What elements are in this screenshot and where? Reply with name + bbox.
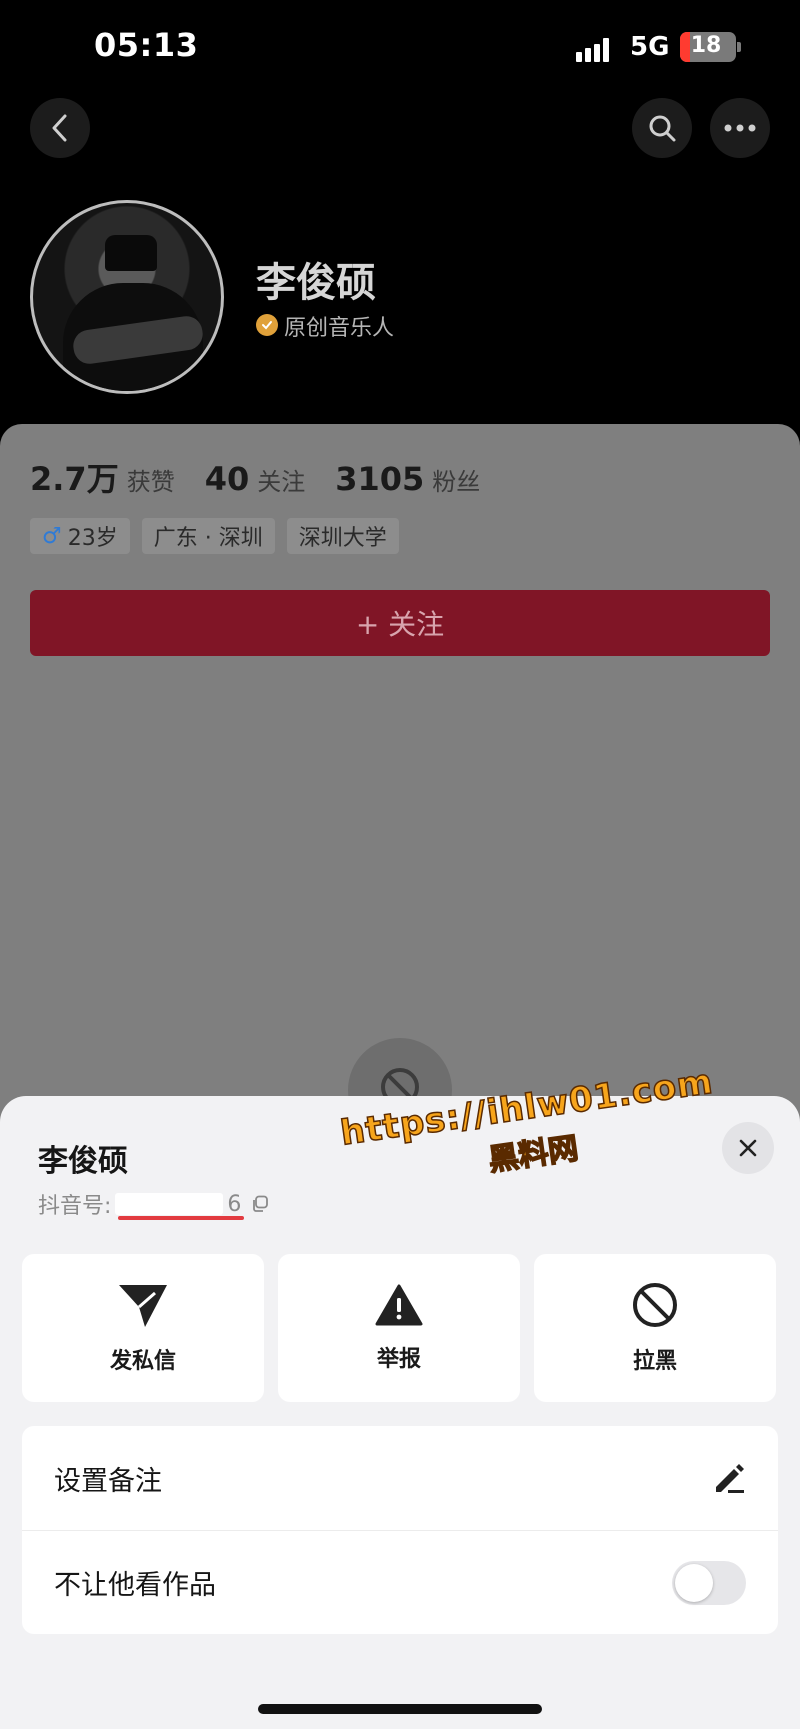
status-bar: 05:13 5G 18 <box>0 0 800 90</box>
battery-tip <box>737 42 741 52</box>
location-tag: 广东 · 深圳 <box>141 518 275 554</box>
action-buttons: 发私信 举报 拉黑 <box>22 1254 778 1402</box>
status-time: 05:13 <box>94 26 199 64</box>
following-label[interactable]: 关注 <box>257 462 305 497</box>
set-remark-label: 设置备注 <box>54 1465 162 1497</box>
follow-button[interactable]: + 关注 <box>30 590 770 656</box>
edit-icon <box>716 1464 744 1493</box>
more-button[interactable] <box>710 98 770 158</box>
profile-name: 李俊硕 <box>256 260 376 306</box>
likes-label: 获赞 <box>126 468 175 496</box>
search-icon <box>649 115 676 142</box>
battery-icon: 18 <box>680 32 736 62</box>
send-icon <box>119 1285 167 1327</box>
douyin-id-prefix: 抖音号: <box>38 1194 112 1219</box>
battery-level: 18 <box>690 33 722 58</box>
douyin-id-tail: 6 <box>227 1191 242 1217</box>
redacted-id <box>115 1193 224 1215</box>
warning-icon <box>375 1284 423 1326</box>
male-icon: ♂ <box>42 523 62 549</box>
chevron-left-icon <box>52 114 67 142</box>
followers-label[interactable]: 粉丝 <box>432 462 480 497</box>
more-dots-icon <box>724 124 756 132</box>
block-button[interactable]: 拉黑 <box>534 1254 776 1402</box>
hide-works-label: 不让他看作品 <box>54 1570 216 1601</box>
hide-works-row: 不让他看作品 <box>22 1530 778 1634</box>
school-tag: 深圳大学 <box>286 518 399 554</box>
send-message-button[interactable]: 发私信 <box>22 1254 264 1402</box>
sheet-user-name: 李俊硕 <box>38 1144 128 1179</box>
age-tag: ♂ 23岁 <box>30 518 130 554</box>
profile-stats: 2.7万 获赞 40 关注 3105 粉丝 <box>30 454 510 500</box>
following-count[interactable]: 40 <box>205 460 250 498</box>
back-button[interactable] <box>30 98 90 158</box>
search-button[interactable] <box>632 98 692 158</box>
set-remark-row[interactable]: 设置备注 <box>22 1426 778 1530</box>
signal-icon <box>576 34 618 62</box>
close-button[interactable] <box>722 1122 774 1174</box>
home-indicator[interactable] <box>258 1704 542 1714</box>
report-label: 举报 <box>376 1347 421 1372</box>
network-type: 5G <box>630 32 670 62</box>
report-button[interactable]: 举报 <box>278 1254 520 1402</box>
verified-badge-icon <box>256 314 278 336</box>
settings-list: 设置备注 不让他看作品 <box>22 1426 778 1634</box>
profile-tags: ♂ 23岁 广东 · 深圳 深圳大学 <box>30 518 399 554</box>
verified-label: 原创音乐人 <box>284 316 395 341</box>
copy-icon[interactable] <box>251 1195 269 1213</box>
block-icon <box>633 1283 677 1327</box>
followers-count[interactable]: 3105 <box>335 460 424 498</box>
avatar[interactable] <box>30 200 224 394</box>
age-tag-text: 23岁 <box>67 526 118 551</box>
block-label: 拉黑 <box>632 1349 677 1374</box>
red-underline-mark <box>118 1216 244 1220</box>
likes-count: 2.7万 <box>30 460 119 498</box>
hide-works-toggle[interactable] <box>672 1560 746 1605</box>
close-icon <box>739 1139 757 1157</box>
send-message-label: 发私信 <box>109 1349 176 1374</box>
